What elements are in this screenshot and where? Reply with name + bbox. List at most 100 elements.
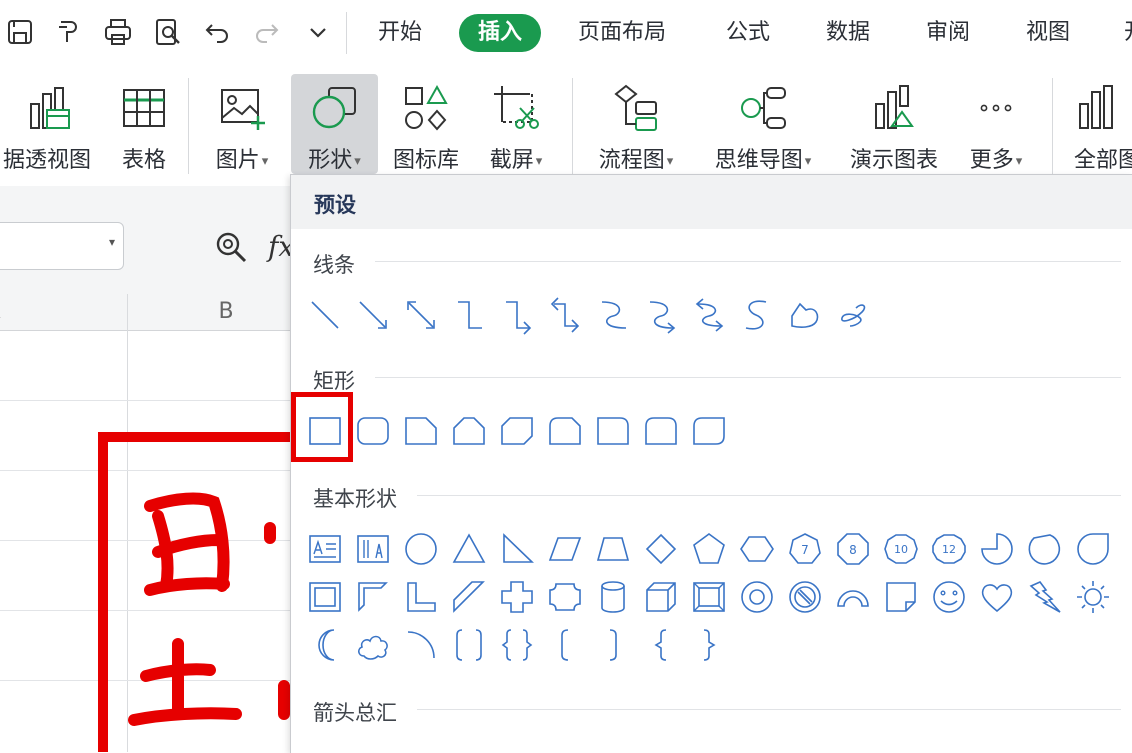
shape-folded-corner[interactable] — [879, 575, 923, 619]
shape-decagon[interactable]: 10 — [879, 527, 923, 571]
demo-chart-button[interactable]: 演示图表 — [840, 74, 948, 174]
shape-snip-diagonal-rectangle[interactable] — [495, 409, 539, 453]
shape-diagonal-stripe[interactable] — [447, 575, 491, 619]
picture-button[interactable]: 图片 ▾ — [200, 74, 284, 174]
redo-button[interactable] — [248, 14, 284, 50]
more-dropdown-icon[interactable]: ▾ — [1016, 154, 1023, 169]
shape-donut[interactable] — [735, 575, 779, 619]
spreadsheet-grid[interactable]: A B — [0, 294, 300, 752]
shape-smiley-face[interactable] — [927, 575, 971, 619]
name-box-dropdown-icon[interactable]: ▾ — [109, 235, 115, 249]
zoom-search-icon[interactable] — [214, 230, 248, 264]
picture-dropdown-icon[interactable]: ▾ — [262, 154, 269, 169]
shape-curved-connector[interactable] — [591, 293, 635, 337]
shape-pentagon[interactable] — [687, 527, 731, 571]
shape-moon[interactable] — [303, 623, 347, 667]
shape-right-brace[interactable] — [687, 623, 731, 667]
shape-double-brace[interactable] — [495, 623, 539, 667]
shape-elbow-arrow[interactable] — [495, 293, 539, 337]
screenshot-button[interactable]: 截屏 ▾ — [474, 74, 558, 174]
shape-line[interactable] — [303, 293, 347, 337]
mindmap-dropdown-icon[interactable]: ▾ — [805, 154, 812, 169]
tab-insert[interactable]: 插入 — [459, 14, 542, 52]
shape-round-diagonal-rectangle[interactable] — [687, 409, 731, 453]
more-button[interactable]: 更多 ▾ — [954, 74, 1038, 174]
shape-text-box[interactable] — [303, 527, 347, 571]
shape-block-arc[interactable] — [831, 575, 875, 619]
shape-button[interactable]: 形状 ▾ — [291, 74, 378, 174]
shape-hexagon[interactable] — [735, 527, 779, 571]
flowchart-dropdown-icon[interactable]: ▾ — [667, 154, 674, 169]
shape-parallelogram[interactable] — [543, 527, 587, 571]
shape-l-shape[interactable] — [399, 575, 443, 619]
shape-snip-single-corner-rectangle[interactable] — [399, 409, 443, 453]
shape-round-same-side-rectangle[interactable] — [639, 409, 683, 453]
tab-formulas[interactable]: 公式 — [726, 14, 770, 52]
shape-dropdown-icon[interactable]: ▾ — [354, 154, 361, 169]
shape-right-triangle[interactable] — [495, 527, 539, 571]
shape-can[interactable] — [591, 575, 635, 619]
table-button[interactable]: 表格 — [108, 74, 180, 174]
shape-arc[interactable] — [399, 623, 443, 667]
shape-double-bracket[interactable] — [447, 623, 491, 667]
shape-lightning-bolt[interactable] — [1023, 575, 1067, 619]
shape-curved-double-arrow[interactable] — [687, 293, 731, 337]
all-charts-button[interactable]: 全部图 — [1066, 74, 1132, 174]
shape-curve[interactable] — [735, 293, 779, 337]
shape-right-bracket[interactable] — [591, 623, 635, 667]
shape-bevel[interactable] — [687, 575, 731, 619]
shape-plaque[interactable] — [543, 575, 587, 619]
shape-no-symbol[interactable] — [783, 575, 827, 619]
shape-cross[interactable] — [495, 575, 539, 619]
shape-heart[interactable] — [975, 575, 1019, 619]
shape-snip-same-side-rectangle[interactable] — [447, 409, 491, 453]
shape-freeform[interactable] — [783, 293, 827, 337]
shape-triangle[interactable] — [447, 527, 491, 571]
shape-arrow-line[interactable] — [351, 293, 395, 337]
flowchart-button[interactable]: 流程图 ▾ — [586, 74, 686, 174]
shape-oval[interactable] — [399, 527, 443, 571]
shape-chord[interactable] — [1023, 527, 1067, 571]
shape-frame[interactable] — [303, 575, 347, 619]
tab-data[interactable]: 数据 — [826, 14, 870, 52]
format-painter-button[interactable] — [50, 14, 86, 50]
shape-elbow-connector[interactable] — [447, 293, 491, 337]
shape-elbow-double-arrow[interactable] — [543, 293, 587, 337]
shape-half-frame[interactable] — [351, 575, 395, 619]
tab-review[interactable]: 审阅 — [926, 14, 970, 52]
shape-teardrop[interactable] — [1071, 527, 1115, 571]
tab-view[interactable]: 视图 — [1026, 14, 1070, 52]
quick-access-more-button[interactable] — [300, 14, 336, 50]
shape-snip-round-rectangle[interactable] — [543, 409, 587, 453]
shape-vertical-text-box[interactable] — [351, 527, 395, 571]
shape-diamond[interactable] — [639, 527, 683, 571]
shape-left-brace[interactable] — [639, 623, 683, 667]
tab-home[interactable]: 开始 — [378, 14, 422, 52]
screenshot-dropdown-icon[interactable]: ▾ — [536, 154, 543, 169]
shape-left-bracket[interactable] — [543, 623, 587, 667]
tab-page-layout[interactable]: 页面布局 — [578, 14, 666, 52]
shape-dodecagon[interactable]: 12 — [927, 527, 971, 571]
shape-scribble[interactable] — [831, 293, 875, 337]
print-preview-button[interactable] — [150, 14, 186, 50]
print-button[interactable] — [100, 14, 136, 50]
shape-round-single-corner-rectangle[interactable] — [591, 409, 635, 453]
icon-library-button[interactable]: 图标库 — [384, 74, 468, 174]
save-button[interactable] — [2, 14, 38, 50]
shape-sun[interactable] — [1071, 575, 1115, 619]
oval-icon — [405, 533, 437, 565]
shape-cloud[interactable] — [351, 623, 395, 667]
mindmap-button[interactable]: 思维导图 ▾ — [700, 74, 826, 174]
shape-heptagon[interactable]: 7 — [783, 527, 827, 571]
shape-rounded-rectangle[interactable] — [351, 409, 395, 453]
shape-curved-arrow[interactable] — [639, 293, 683, 337]
undo-button[interactable] — [200, 14, 236, 50]
tab-developer[interactable]: 开 — [1124, 14, 1132, 52]
pivot-chart-button[interactable]: 据透视图 — [0, 74, 102, 174]
shape-pie[interactable] — [975, 527, 1019, 571]
shape-octagon[interactable]: 8 — [831, 527, 875, 571]
shape-double-arrow-line[interactable] — [399, 293, 443, 337]
shape-cube[interactable] — [639, 575, 683, 619]
name-box[interactable]: ▾ — [0, 222, 124, 270]
shape-trapezoid[interactable] — [591, 527, 635, 571]
